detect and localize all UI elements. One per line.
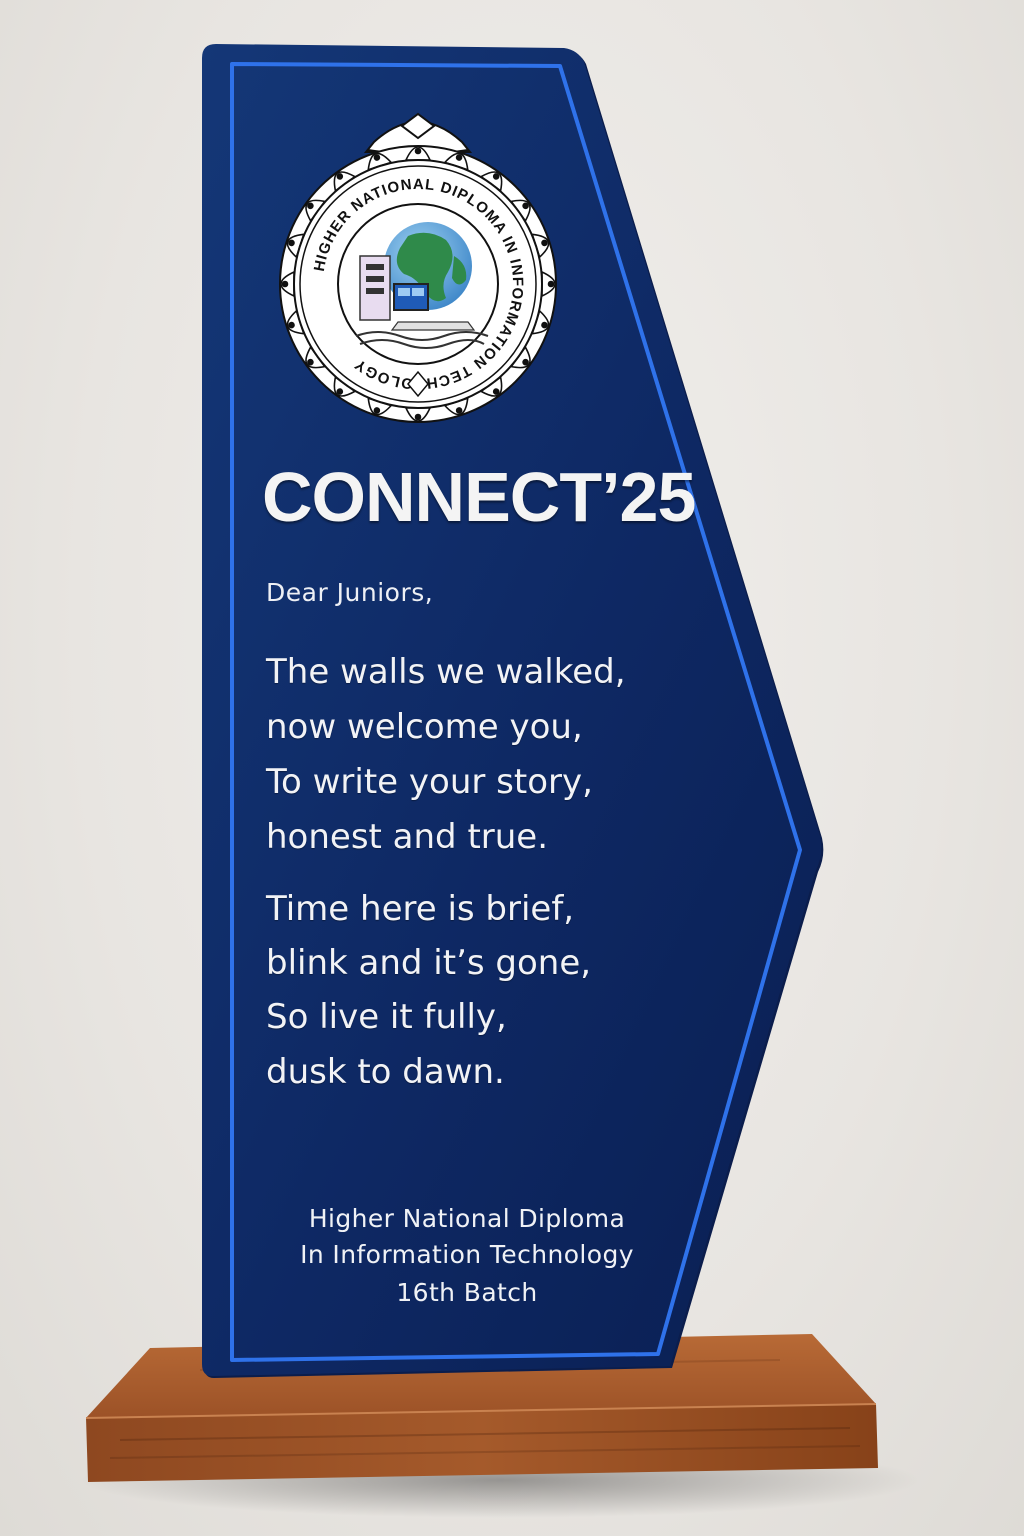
seal-petal-dot — [541, 321, 548, 329]
greeting: Dear Juniors, — [266, 578, 434, 607]
poem-line: honest and true. — [266, 817, 549, 857]
footer-line: In Information Technology — [300, 1240, 634, 1269]
poem-line: dusk to dawn. — [266, 1052, 505, 1092]
seal-petal-dot — [455, 407, 463, 414]
poem-line: blink and it’s gone, — [266, 943, 592, 983]
monitor-icon — [393, 283, 429, 311]
seal-petal-dot — [373, 407, 381, 414]
footer-line: 16th Batch — [396, 1278, 538, 1307]
footer-line: Higher National Diploma — [308, 1204, 626, 1233]
event-title: CONNECT’25 — [262, 458, 696, 536]
poem-line: To write your story, — [266, 762, 593, 802]
seal-petal-dot — [288, 321, 295, 329]
seal-petal-dot — [541, 239, 548, 247]
seal-petal-dot — [414, 413, 422, 421]
seal-petal-dot — [547, 280, 555, 288]
keyboard-icon — [390, 321, 476, 331]
seal-petal-dot — [414, 147, 422, 155]
poem-line: So live it fully, — [266, 997, 507, 1037]
poem-line: The walls we walked, — [266, 652, 626, 692]
seal-petal-dot — [281, 280, 289, 288]
seal-petal-dot — [373, 154, 381, 161]
poem-line: now welcome you, — [266, 707, 583, 747]
poem-line: Time here is brief, — [266, 889, 575, 929]
seal-petal-dot — [288, 239, 295, 247]
seal-petal-dot — [455, 154, 463, 161]
